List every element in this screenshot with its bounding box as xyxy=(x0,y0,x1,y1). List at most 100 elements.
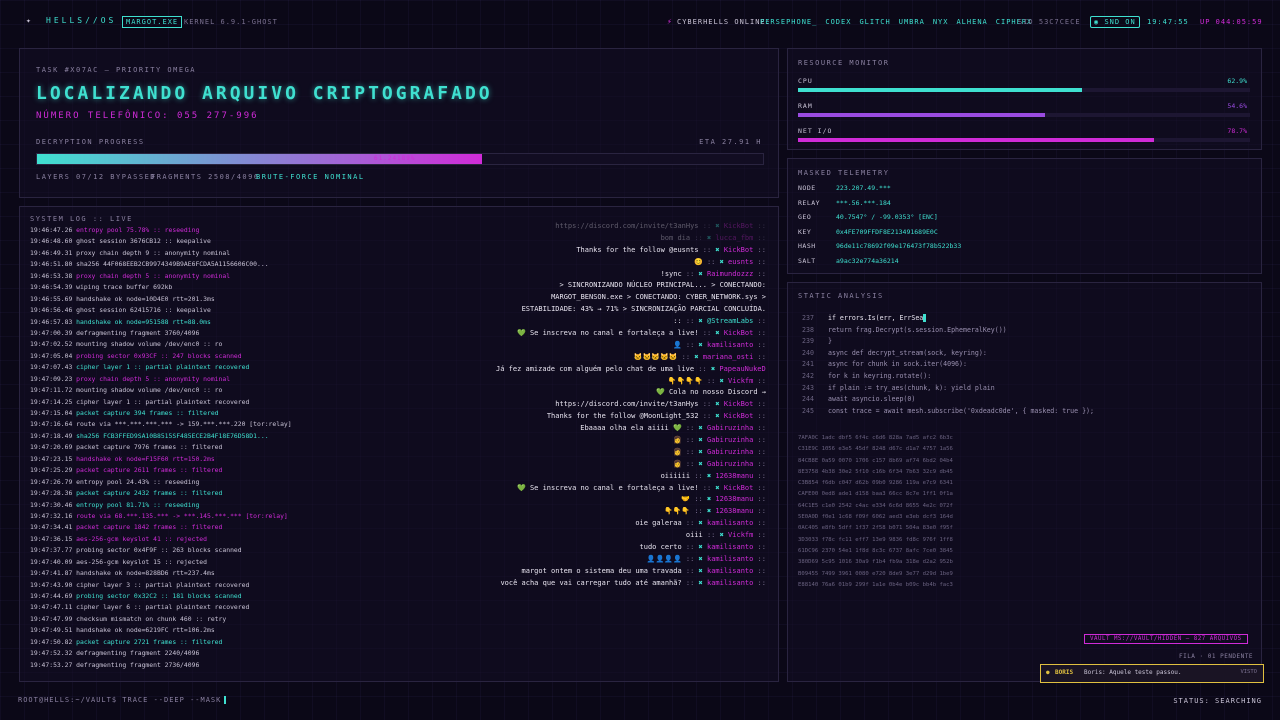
kernel-version: KERNEL 6.9.1-GHOST xyxy=(184,18,278,26)
log-line: 19:46:51.80 sha256 44F068EEB2CB9974349B9… xyxy=(30,259,380,270)
log-line: 19:47:40.09 aes-256-gcm keyslot 15 :: re… xyxy=(30,557,380,568)
telemetry-value: 40.7547° / -99.0353° [ENC] xyxy=(836,213,938,221)
log-line: 19:46:56.46 ghost session 62415716 :: ke… xyxy=(30,305,380,316)
chat-text: tudo certo xyxy=(639,543,682,552)
chat-separator: :: xyxy=(753,424,766,433)
telemetry-panel: MASKED TELEMETRY NODE 223.207.49.*** RELAY… xyxy=(787,158,1262,274)
chat-username[interactable]: Gabiruzinha xyxy=(707,460,753,468)
chat-username[interactable]: PapeauNukeDoe xyxy=(719,365,766,373)
chat-separator: :: xyxy=(698,483,716,492)
code-line: 239} xyxy=(802,336,1242,348)
chat-username[interactable]: 12638manu xyxy=(715,472,753,480)
telemetry-value: 223.207.49.*** xyxy=(836,184,891,192)
log-message: sha256 44F068EEB2CB9974349B9AE6FCDA5A115… xyxy=(76,260,269,269)
badge-icon: ✖ xyxy=(698,317,707,326)
sound-toggle[interactable]: ◉ SND ON xyxy=(1090,16,1140,28)
log-line: 19:47:49.51 handshake ok node=6219FC rtt… xyxy=(30,625,380,636)
chat-separator: :: xyxy=(753,412,766,421)
chat-username[interactable]: kamilisanto xyxy=(707,555,753,563)
chat-username[interactable]: kamilisanto xyxy=(707,341,753,349)
log-time: 19:47:36.15 xyxy=(30,534,77,543)
log-time: 19:47:16.64 xyxy=(30,420,77,429)
line-number: 241 xyxy=(802,360,814,369)
online-user[interactable]: ALHENA xyxy=(956,18,987,26)
log-message: defragmenting fragment 3760/4096 xyxy=(76,328,200,337)
log-message: entropy pool 81.71% :: reseeding xyxy=(76,500,200,509)
online-user[interactable]: NYX xyxy=(933,18,949,26)
badge-icon: ✖ xyxy=(719,376,729,385)
log-message: wiping trace buffer 692kb xyxy=(76,283,173,292)
chat-username[interactable]: KickBot xyxy=(724,329,754,337)
chat-separator: :: xyxy=(681,519,699,528)
chat-separator: :: xyxy=(753,495,766,504)
log-message: route via ***.***.***.*** -> 159.***.***… xyxy=(76,420,292,429)
hex-line: 84CB8E 0a59 0070 1706 c157 8b69 af74 6bd… xyxy=(798,457,953,464)
static-analysis-title: STATIC ANALYSIS xyxy=(798,292,884,300)
code-text: return frag.Decrypt(s.session.EphemeralK… xyxy=(828,325,1007,334)
chat-username[interactable]: @StreamLabs xyxy=(707,317,753,325)
chat-username[interactable]: Gabiruzinha xyxy=(707,424,753,432)
terminal-prompt[interactable]: ROOT@HELLS:~/VAULT$ TRACE --DEEP --MASK xyxy=(18,696,221,704)
chat-separator: :: xyxy=(681,424,699,433)
chat-username[interactable]: Gabiruzinha xyxy=(707,436,753,444)
hex-line: 7AFA0C 1adc dbf5 6f4c c6d6 828a 7ad5 afc… xyxy=(798,435,953,441)
line-number: 237 xyxy=(802,314,814,322)
notification-toast[interactable]: ● BORIS Boris: Aquele teste passou. VIST… xyxy=(1040,664,1264,683)
chat-feed[interactable]: https://discord.com/invite/t3anHys :: ✖ … xyxy=(496,221,766,671)
telemetry-value: 96de11c78692f09e176473f78b522b33 xyxy=(836,242,962,250)
chat-username[interactable]: Gabiruzinha xyxy=(707,448,753,456)
chat-separator: :: xyxy=(753,352,766,361)
chat-username[interactable]: KickBot xyxy=(724,400,754,408)
log-time: 19:47:09.23 xyxy=(30,374,77,383)
online-user[interactable]: UMBRA xyxy=(899,18,925,26)
chat-username[interactable]: KickBot xyxy=(724,222,754,230)
chat-username[interactable]: 12638manu xyxy=(715,507,753,515)
chat-separator: :: xyxy=(690,471,707,480)
chat-text: 👇👇👇 xyxy=(663,507,691,516)
chat-username[interactable]: kamilisanto xyxy=(707,519,753,527)
chat-username[interactable]: eusnts xyxy=(728,258,753,266)
log-line: 19:47:34.41 packet capture 1842 frames :… xyxy=(30,522,380,533)
chat-username[interactable]: KickBot xyxy=(724,412,754,420)
user-chip[interactable]: MARGOT.EXE xyxy=(122,16,183,28)
chat-username[interactable]: kamilisanto xyxy=(707,579,753,587)
log-time: 19:47:00.39 xyxy=(30,328,77,337)
log-line: 19:47:18.49 sha256 FCB3FFED9SA10B8515SF4… xyxy=(30,431,380,442)
log-time: 19:46:49.31 xyxy=(30,248,77,257)
chat-username[interactable]: 12638manu xyxy=(715,495,753,503)
chat-username[interactable]: lucca_fbm xyxy=(715,234,753,242)
log-list[interactable]: 19:46:47.26 entropy pool 75.78% :: resee… xyxy=(30,225,380,670)
chat-username[interactable]: KickBot xyxy=(724,246,754,254)
hex-dump: 7AFA0C 1adc dbf5 6f4c c6d6 828a 7ad5 afc… xyxy=(798,433,1238,591)
badge-icon: ✖ xyxy=(698,519,707,528)
online-user[interactable]: CODEX xyxy=(825,18,851,26)
code-line: 243 if plain := try_aes(chunk, k): yield … xyxy=(802,383,1242,395)
chat-username[interactable]: kamilisanto xyxy=(707,543,753,551)
chat-username[interactable]: Vickfm xyxy=(728,531,753,539)
log-time: 19:47:47.99 xyxy=(30,614,77,623)
chat-username[interactable]: KickBot xyxy=(724,484,754,492)
chat-separator: :: xyxy=(694,364,711,373)
log-line: 19:47:26.79 entropy pool 24.43% :: resee… xyxy=(30,477,380,488)
chat-separator: :: xyxy=(681,317,699,326)
chat-username[interactable]: kamilisanto xyxy=(707,567,753,575)
chat-username[interactable]: Raimundozzz xyxy=(707,270,753,278)
chat-separator: :: xyxy=(681,269,699,278)
online-user[interactable]: GLITCH xyxy=(859,18,890,26)
chat-username[interactable]: Vickfm xyxy=(728,377,753,385)
sound-toggle-label: SND ON xyxy=(1104,18,1136,26)
cursor-icon xyxy=(224,696,226,704)
toast-dot-icon: ● xyxy=(1046,669,1050,676)
uptime: UP 044:05:59 xyxy=(1200,18,1263,26)
chat-username[interactable]: mariana_osti xyxy=(703,353,754,361)
clock: 19:47:55 xyxy=(1147,18,1189,26)
online-user[interactable]: PERSEPHONE_ xyxy=(760,18,817,26)
resource-bar-fill xyxy=(798,138,1154,142)
log-message: entropy pool 24.43% :: reseeding xyxy=(76,477,200,486)
chat-separator: :: xyxy=(681,459,699,468)
log-time: 19:46:47.26 xyxy=(30,226,77,234)
chat-separator: :: xyxy=(753,436,766,445)
system-log-panel: SYSTEM LOG :: LIVE 19:46:47.26 entropy p… xyxy=(19,206,779,682)
vault-link[interactable]: VAULT MS://VAULT/HIDDEN — 827 ARQUIVOS xyxy=(1084,634,1248,644)
log-message: proxy chain depth 5 :: anonymity nominal xyxy=(76,271,231,280)
